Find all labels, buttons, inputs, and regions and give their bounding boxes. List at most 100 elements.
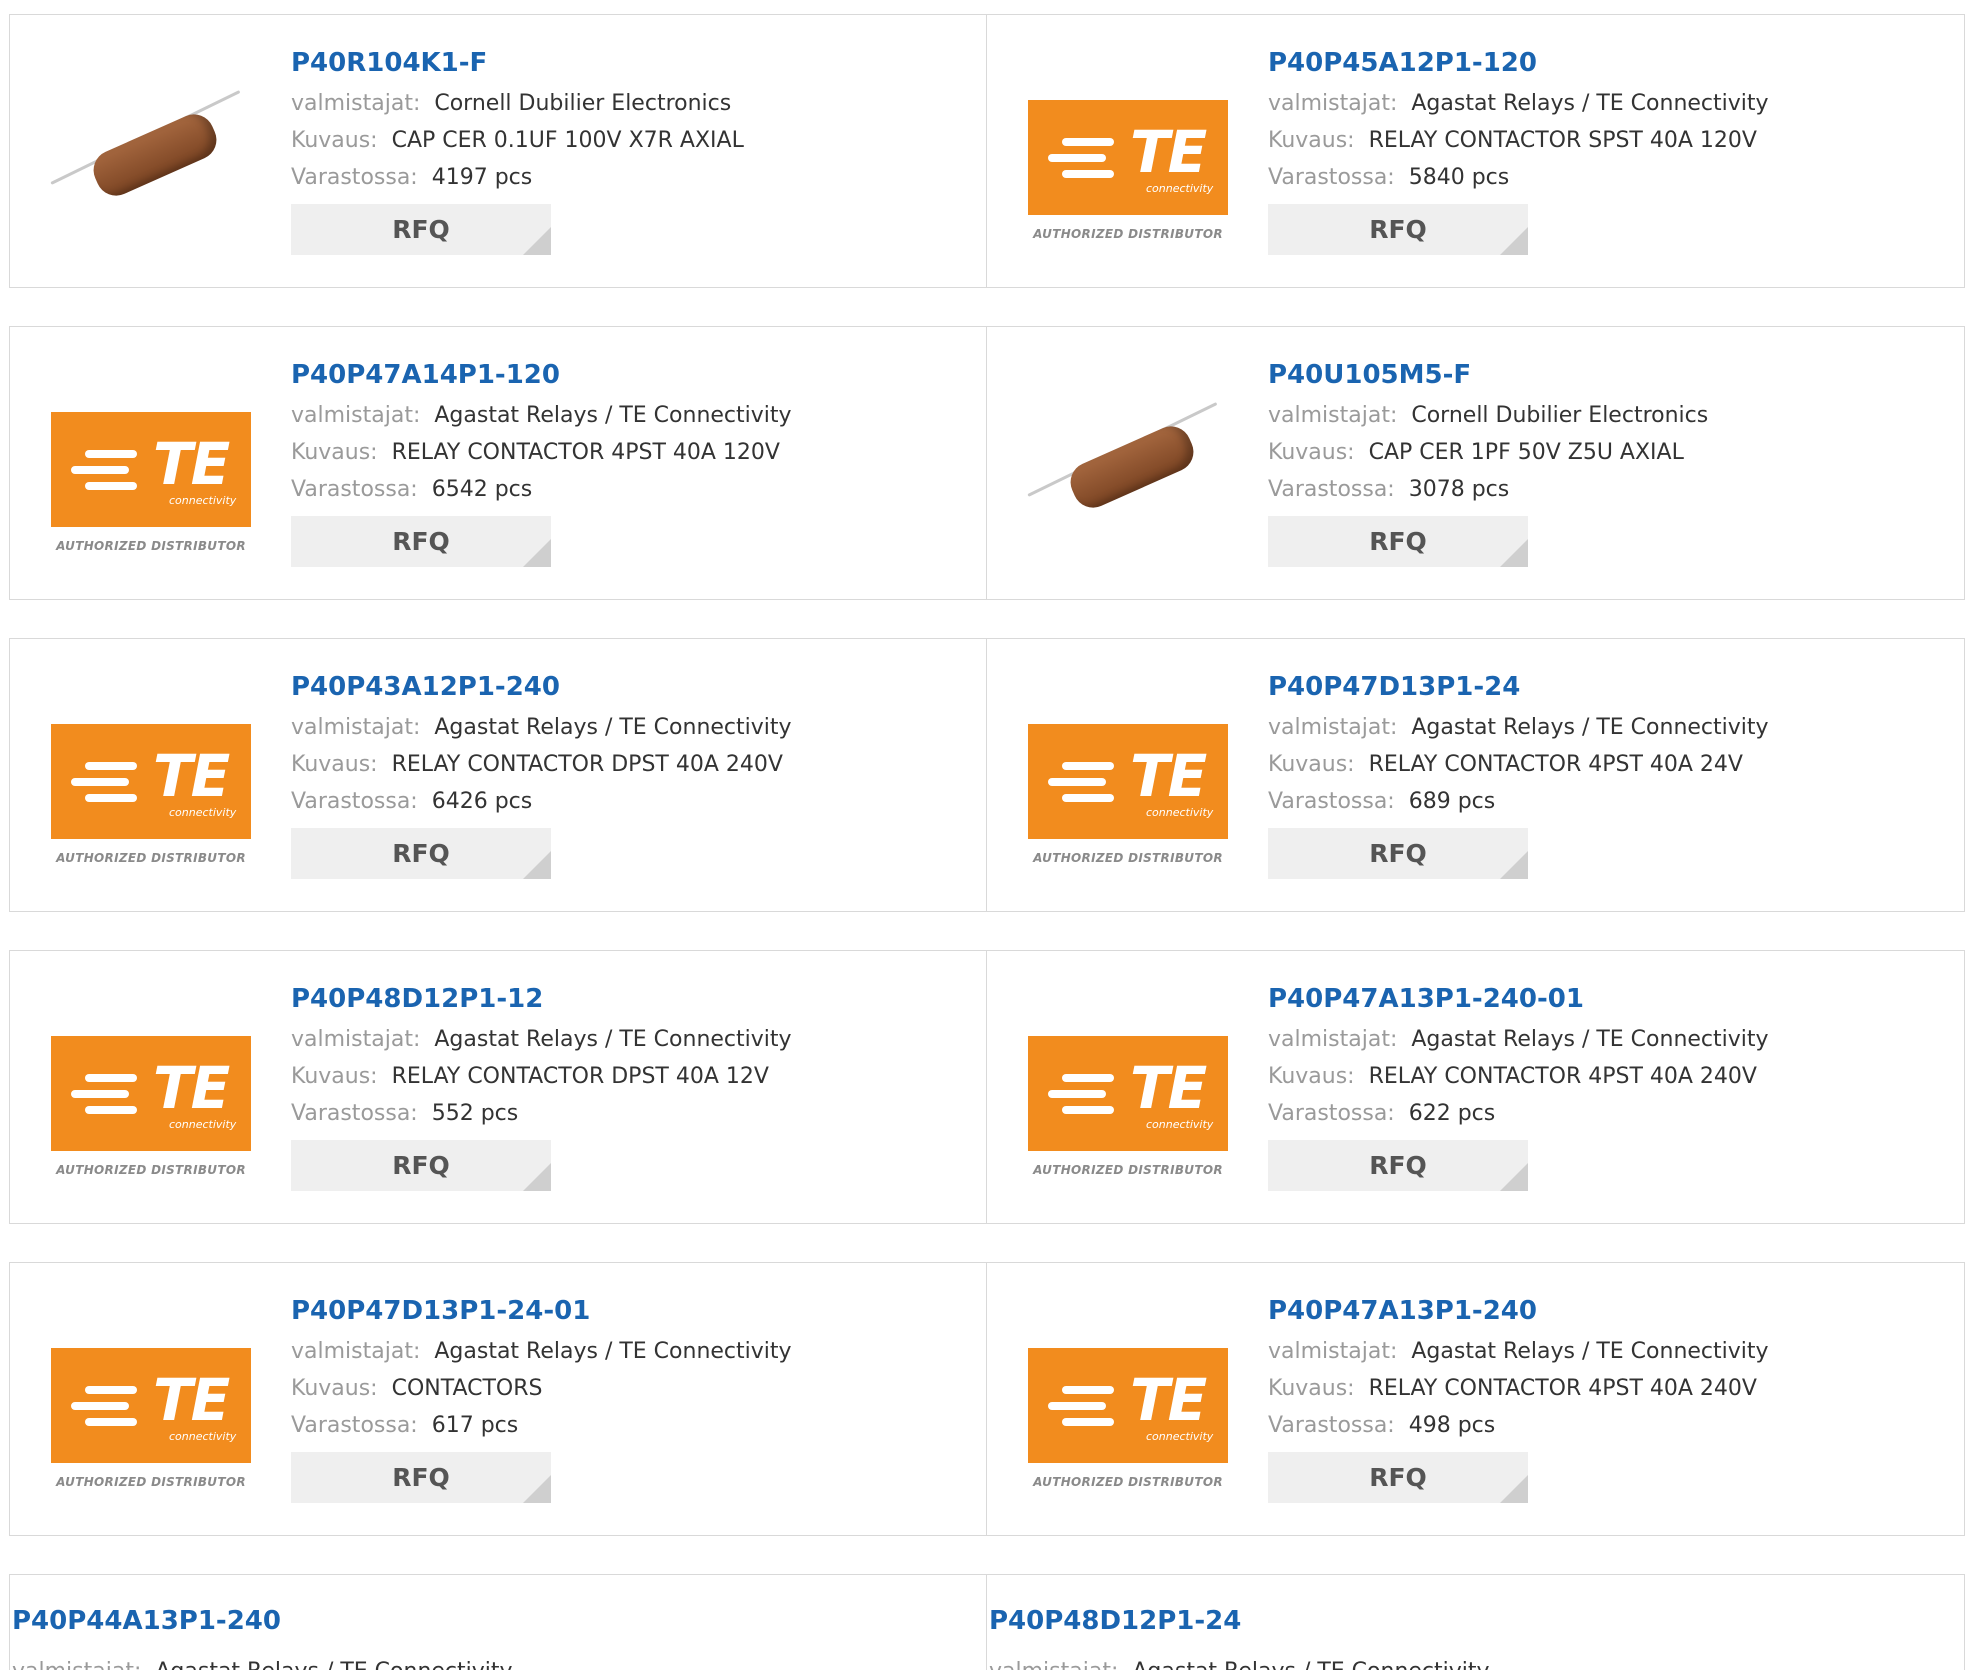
rfq-label: RFQ: [392, 1463, 450, 1492]
te-logo-subtitle: connectivity: [169, 806, 237, 819]
capacitor-thumbnail[interactable]: [50, 50, 251, 250]
te-logo-thumbnail[interactable]: TE connectivity AUTHORIZED DISTRIBUTOR: [51, 986, 251, 1186]
te-logo: TE connectivity: [1028, 100, 1228, 215]
stock-line: Varastossa: 689 pcs: [1268, 783, 1928, 820]
stock-line: Varastossa: 3078 pcs: [1268, 471, 1928, 508]
te-logo-thumbnail[interactable]: TE connectivity AUTHORIZED DISTRIBUTOR: [1028, 986, 1228, 1186]
stock-line: Varastossa: 552 pcs: [291, 1095, 951, 1132]
capacitor-body: [87, 107, 223, 203]
rfq-label: RFQ: [1369, 527, 1427, 556]
product-part-number-link[interactable]: P40P43A12P1-240: [291, 671, 951, 709]
product-part-number-link[interactable]: P40P47D13P1-24-01: [291, 1295, 951, 1333]
stock-line: Varastossa: 5840 pcs: [1268, 159, 1928, 196]
manufacturer-line: valmistajat: Agastat Relays / TE Connecti…: [989, 1653, 1490, 1670]
authorized-distributor-caption: AUTHORIZED DISTRIBUTOR: [56, 539, 246, 553]
te-logo-subtitle: connectivity: [169, 1118, 237, 1131]
manufacturer-value: Agastat Relays / TE Connectivity: [1411, 91, 1769, 116]
te-logo-bar: [1048, 1090, 1106, 1098]
description-line: Kuvaus: RELAY CONTACTOR DPST 40A 12V: [291, 1058, 951, 1095]
manufacturer-line: valmistajat: Agastat Relays / TE Connecti…: [291, 709, 951, 746]
authorized-distributor-caption: AUTHORIZED DISTRIBUTOR: [1033, 227, 1223, 241]
product-row: TE connectivity AUTHORIZED DISTRIBUTOR P…: [9, 950, 1965, 1224]
product-card: TE connectivity AUTHORIZED DISTRIBUTOR P…: [9, 1262, 987, 1536]
rfq-button[interactable]: RFQ: [291, 1140, 551, 1191]
rfq-button[interactable]: RFQ: [1268, 1452, 1528, 1503]
product-part-number-link[interactable]: P40P48D12P1-24: [989, 1605, 1241, 1643]
stock-value: 6542 pcs: [431, 477, 533, 502]
manufacturer-label: valmistajat:: [989, 1659, 1118, 1670]
description-value: RELAY CONTACTOR DPST 40A 12V: [391, 1064, 769, 1089]
description-value: CAP CER 0.1UF 100V X7R AXIAL: [391, 128, 744, 153]
product-row-partial: P40P44A13P1-240 valmistajat: Agastat Rela…: [9, 1574, 1965, 1670]
rfq-label: RFQ: [392, 1151, 450, 1180]
product-part-number-link[interactable]: P40U105M5-F: [1268, 359, 1928, 397]
te-logo-bar: [85, 794, 137, 802]
rfq-button[interactable]: RFQ: [291, 516, 551, 567]
manufacturer-line: valmistajat: Agastat Relays / TE Connecti…: [1268, 85, 1928, 122]
product-part-number-link[interactable]: P40P44A13P1-240: [12, 1605, 281, 1643]
rfq-button[interactable]: RFQ: [1268, 1140, 1528, 1191]
manufacturer-label: valmistajat:: [1268, 1339, 1398, 1364]
te-logo-thumbnail[interactable]: TE connectivity AUTHORIZED DISTRIBUTOR: [1028, 674, 1228, 874]
te-logo-bar: [1062, 1418, 1114, 1426]
authorized-distributor-caption: AUTHORIZED DISTRIBUTOR: [1033, 851, 1223, 865]
rfq-label: RFQ: [1369, 839, 1427, 868]
stock-value: 552 pcs: [431, 1101, 519, 1126]
rfq-button[interactable]: RFQ: [1268, 828, 1528, 879]
stock-label: Varastossa:: [1268, 1101, 1395, 1126]
description-label: Kuvaus:: [291, 440, 378, 465]
te-logo-bar: [1048, 154, 1106, 162]
stock-label: Varastossa:: [291, 789, 418, 814]
stock-line: Varastossa: 6542 pcs: [291, 471, 951, 508]
rfq-button[interactable]: RFQ: [1268, 204, 1528, 255]
rfq-button[interactable]: RFQ: [291, 828, 551, 879]
description-label: Kuvaus:: [291, 128, 378, 153]
description-line: Kuvaus: CONTACTORS: [291, 1370, 951, 1407]
te-logo-letters: TE: [153, 1366, 230, 1434]
product-part-number-link[interactable]: P40P47A13P1-240-01: [1268, 983, 1928, 1021]
rfq-button[interactable]: RFQ: [291, 1452, 551, 1503]
manufacturer-value: Agastat Relays / TE Connectivity: [1411, 1339, 1769, 1364]
product-part-number-link[interactable]: P40P47A14P1-120: [291, 359, 951, 397]
corner-triangle-icon: [523, 539, 551, 567]
description-label: Kuvaus:: [1268, 1064, 1355, 1089]
te-logo-thumbnail[interactable]: TE connectivity AUTHORIZED DISTRIBUTOR: [51, 1298, 251, 1498]
product-part-number-link[interactable]: P40P47D13P1-24: [1268, 671, 1928, 709]
product-card: P40R104K1-F valmistajat: Cornell Dubilier…: [9, 14, 987, 288]
manufacturer-line: valmistajat: Cornell Dubilier Electronics: [1268, 397, 1928, 434]
description-value: RELAY CONTACTOR 4PST 40A 120V: [391, 440, 780, 465]
product-part-number-link[interactable]: P40P48D12P1-12: [291, 983, 951, 1021]
product-card: TE connectivity AUTHORIZED DISTRIBUTOR P…: [987, 950, 1965, 1224]
te-logo-bar: [1062, 794, 1114, 802]
te-logo-thumbnail[interactable]: TE connectivity AUTHORIZED DISTRIBUTOR: [1028, 50, 1228, 250]
product-info: P40P47A13P1-240-01 valmistajat: Agastat R…: [1268, 983, 1928, 1191]
te-logo-subtitle: connectivity: [1146, 806, 1214, 819]
capacitor-thumbnail[interactable]: [1027, 362, 1228, 562]
manufacturer-line: valmistajat: Agastat Relays / TE Connecti…: [1268, 1021, 1928, 1058]
te-logo: TE connectivity: [1028, 724, 1228, 839]
manufacturer-value: Agastat Relays / TE Connectivity: [1411, 715, 1769, 740]
product-part-number-link[interactable]: P40R104K1-F: [291, 47, 951, 85]
rfq-button[interactable]: RFQ: [291, 204, 551, 255]
capacitor-body: [1064, 419, 1200, 515]
product-part-number-link[interactable]: P40P47A13P1-240: [1268, 1295, 1928, 1333]
rfq-button[interactable]: RFQ: [1268, 516, 1528, 567]
description-label: Kuvaus:: [1268, 752, 1355, 777]
te-logo-letters: TE: [1130, 1366, 1207, 1434]
te-logo-letters: TE: [153, 430, 230, 498]
te-logo-thumbnail[interactable]: TE connectivity AUTHORIZED DISTRIBUTOR: [51, 362, 251, 562]
stock-line: Varastossa: 498 pcs: [1268, 1407, 1928, 1444]
rfq-label: RFQ: [1369, 1463, 1427, 1492]
description-line: Kuvaus: RELAY CONTACTOR 4PST 40A 24V: [1268, 746, 1928, 783]
stock-line: Varastossa: 6426 pcs: [291, 783, 951, 820]
product-row: TE connectivity AUTHORIZED DISTRIBUTOR P…: [9, 638, 1965, 912]
te-logo-thumbnail[interactable]: TE connectivity AUTHORIZED DISTRIBUTOR: [1028, 1298, 1228, 1498]
te-logo-thumbnail[interactable]: TE connectivity AUTHORIZED DISTRIBUTOR: [51, 674, 251, 874]
product-part-number-link[interactable]: P40P45A12P1-120: [1268, 47, 1928, 85]
product-row: P40R104K1-F valmistajat: Cornell Dubilier…: [9, 14, 1965, 288]
description-value: RELAY CONTACTOR DPST 40A 240V: [391, 752, 783, 777]
authorized-distributor-caption: AUTHORIZED DISTRIBUTOR: [56, 1163, 246, 1177]
te-logo-bar: [1062, 1074, 1114, 1082]
authorized-distributor-caption: AUTHORIZED DISTRIBUTOR: [56, 851, 246, 865]
te-logo: TE connectivity: [1028, 1348, 1228, 1463]
